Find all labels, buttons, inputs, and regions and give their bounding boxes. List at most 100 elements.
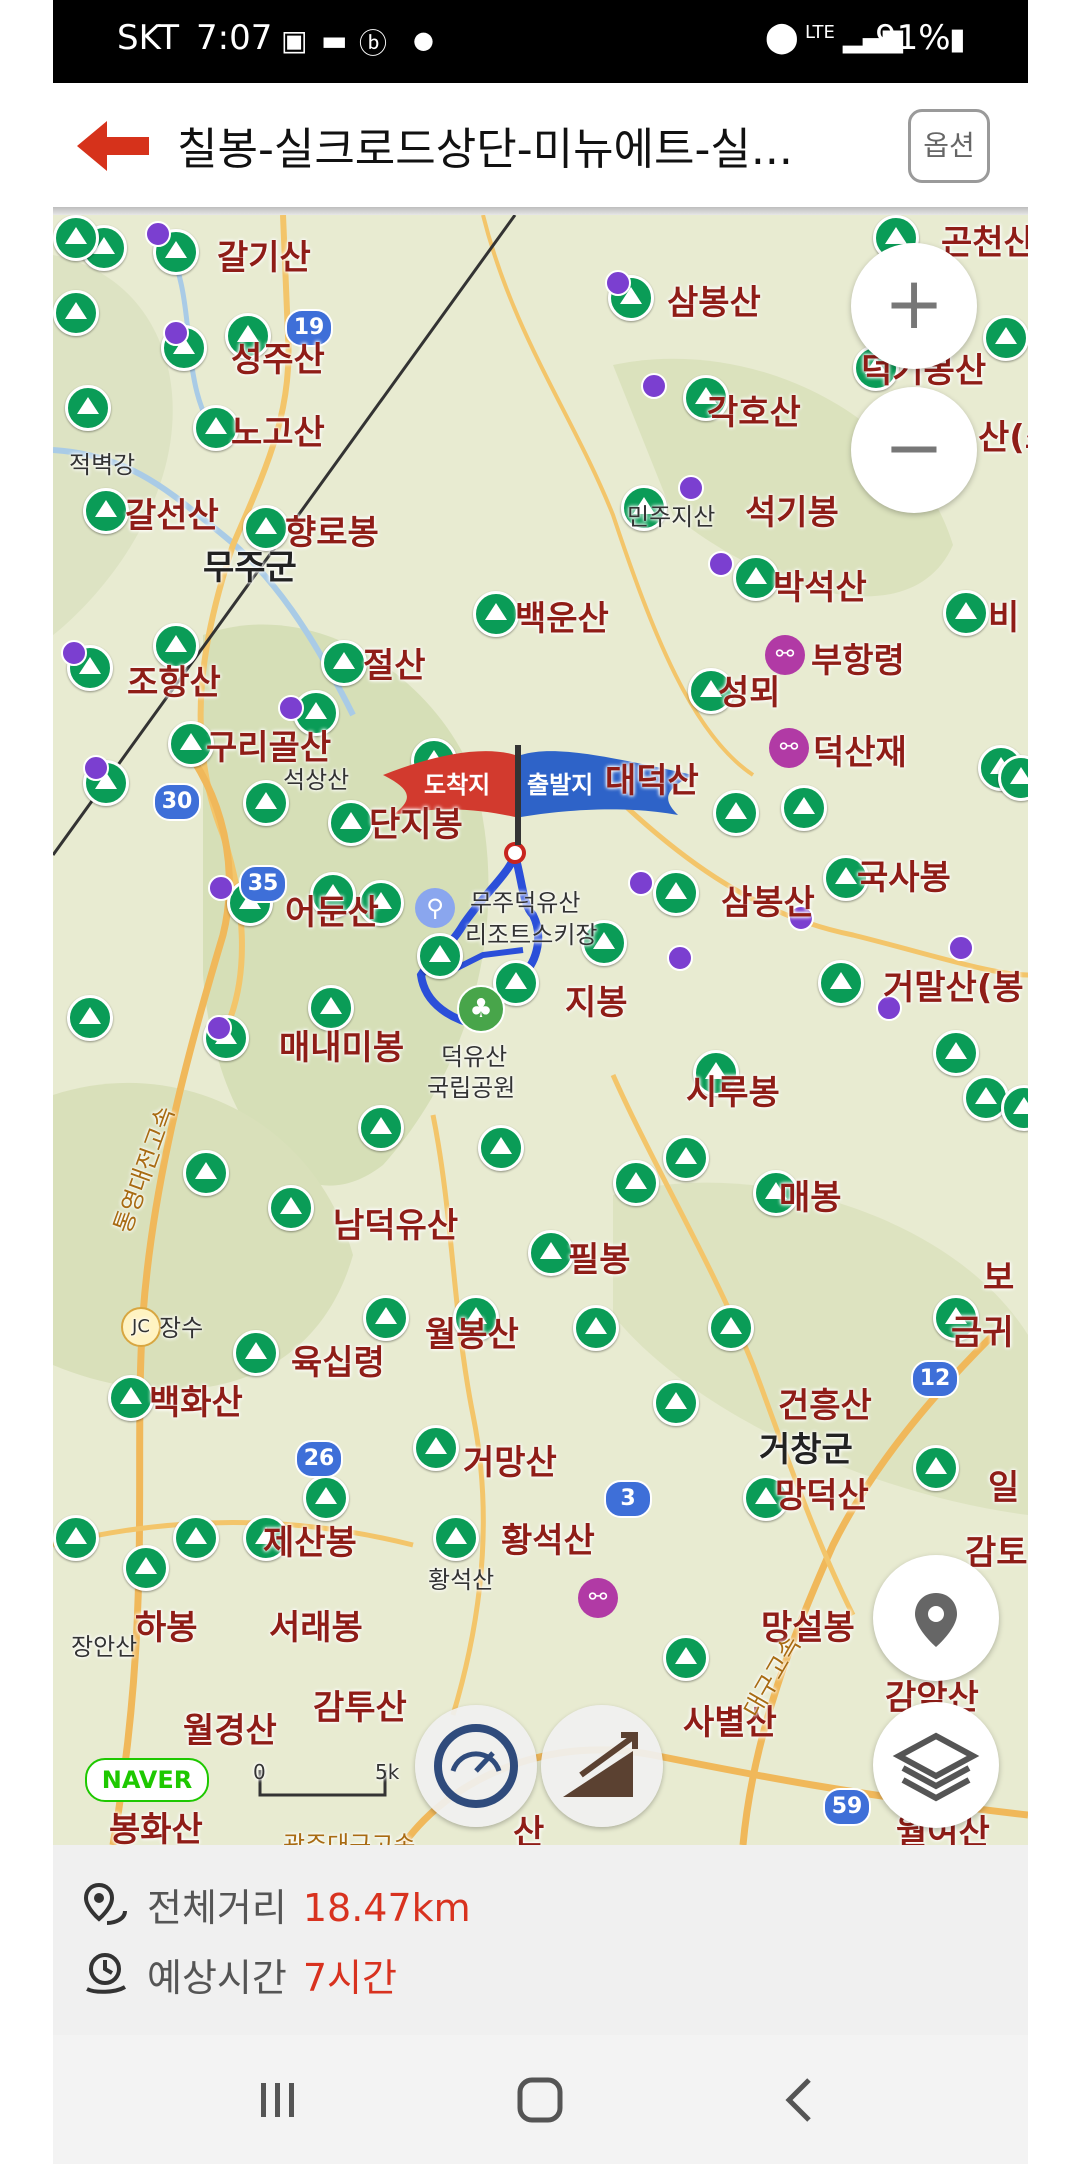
time-label: 예상시간 [147, 1956, 287, 2000]
peak-marker[interactable] [67, 995, 113, 1041]
map-label: 산(스 [978, 418, 1028, 458]
poi-pin[interactable] [641, 373, 667, 399]
poi-pin[interactable] [208, 875, 234, 901]
map-label: 일 [988, 1468, 1020, 1508]
poi-pin[interactable] [61, 640, 87, 666]
peak-marker[interactable] [417, 933, 463, 979]
map-label: 월봉산 [425, 1315, 519, 1355]
road-shield: 12 [911, 1360, 959, 1398]
hiker-icon[interactable]: ⚲ [415, 888, 455, 928]
arrow-left-icon [77, 121, 149, 171]
peak-marker[interactable] [65, 385, 111, 431]
map-label: 장안산 [71, 1633, 138, 1661]
peak-marker[interactable] [478, 1125, 524, 1171]
map-label: 건흥산 [778, 1386, 872, 1426]
departure-flag[interactable]: 출발지 [527, 765, 593, 800]
map-label: 덕유산 [441, 1043, 508, 1071]
speedometer-button[interactable] [415, 1705, 537, 1827]
poi-pin[interactable] [948, 935, 974, 961]
poi-pin[interactable] [163, 320, 189, 346]
back-button[interactable] [73, 117, 153, 175]
peak-marker[interactable] [653, 870, 699, 916]
peak-marker[interactable] [83, 488, 129, 534]
layers-button[interactable] [873, 1702, 999, 1828]
peak-marker[interactable] [983, 315, 1028, 361]
poi-pin[interactable] [667, 945, 693, 971]
peak-marker[interactable] [708, 1305, 754, 1351]
peak-marker[interactable] [653, 1380, 699, 1426]
map-label: 성주산 [231, 340, 325, 380]
peak-marker[interactable] [413, 1425, 459, 1471]
peak-marker[interactable] [818, 960, 864, 1006]
map-label: 국사봉 [857, 858, 951, 898]
map-label: 광주대구고속 [283, 1831, 416, 1845]
home-button[interactable] [505, 2075, 575, 2125]
peak-marker[interactable] [663, 1635, 709, 1681]
map-label: 갈선산 [125, 496, 219, 536]
map-view[interactable]: 도착지 출발지 ⚲ ♣ ⚯ ⚯ ⚯ 19 30 35 26 3 12 59 JC… [53, 215, 1028, 1845]
system-nav-bar [53, 2035, 1028, 2164]
zoom-out-button[interactable]: − [851, 387, 977, 513]
map-label: 남덕유산 [333, 1206, 459, 1246]
peak-marker[interactable] [53, 290, 99, 336]
arrival-flag[interactable]: 도착지 [424, 765, 490, 800]
map-label: 거창군 [759, 1430, 853, 1470]
peak-marker[interactable] [183, 1150, 229, 1196]
map-label: 제산봉 [263, 1523, 357, 1563]
poi-pin[interactable] [83, 755, 109, 781]
peak-marker[interactable] [233, 1330, 279, 1376]
map-label: 지봉 [565, 983, 628, 1023]
peak-marker[interactable] [123, 1545, 169, 1591]
recent-apps-icon [261, 2083, 294, 2117]
peak-marker[interactable] [473, 591, 519, 637]
poi-pin[interactable] [628, 870, 654, 896]
map-label: 장수 [159, 1314, 204, 1342]
bike-icon[interactable]: ⚯ [769, 728, 809, 768]
elevation-button[interactable] [541, 1705, 663, 1827]
peak-marker[interactable] [53, 1515, 99, 1561]
distance-row: 전체거리 18.47km [81, 1877, 471, 1933]
network-type: LTE [805, 22, 835, 43]
map-label: 거망산 [463, 1443, 557, 1483]
peak-marker[interactable] [933, 1030, 979, 1076]
peak-marker[interactable] [108, 1375, 154, 1421]
bike-icon[interactable]: ⚯ [578, 1578, 618, 1618]
naver-logo: NAVER [85, 1758, 209, 1802]
poi-pin[interactable] [605, 270, 631, 296]
peak-marker[interactable] [573, 1305, 619, 1351]
map-label: 단지봉 [369, 805, 463, 845]
peak-marker[interactable] [328, 800, 374, 846]
poi-pin[interactable] [145, 221, 171, 247]
peak-marker[interactable] [781, 785, 827, 831]
peak-marker[interactable] [663, 1135, 709, 1181]
map-label: 감투산 [313, 1688, 407, 1728]
poi-pin[interactable] [278, 695, 304, 721]
peak-marker[interactable] [613, 1160, 659, 1206]
map-label: 매내미봉 [279, 1028, 405, 1068]
recent-apps-button[interactable] [243, 2075, 313, 2125]
zoom-in-button[interactable]: + [851, 243, 977, 369]
clock-icon [86, 1953, 127, 1994]
map-label: 박석산 [773, 568, 867, 608]
peak-marker[interactable] [713, 790, 759, 836]
distance-label: 전체거리 [147, 1886, 287, 1930]
peak-marker[interactable] [913, 1445, 959, 1491]
national-park-icon[interactable]: ♣ [457, 985, 505, 1033]
peak-marker[interactable] [321, 640, 367, 686]
map-label: 육십령 [291, 1343, 385, 1383]
peak-marker[interactable] [268, 1185, 314, 1231]
poi-pin[interactable] [206, 1015, 232, 1041]
options-button[interactable]: 옵션 [908, 109, 990, 183]
my-location-button[interactable] [873, 1555, 999, 1681]
peak-marker[interactable] [943, 590, 989, 636]
map-label: 서래봉 [269, 1608, 363, 1648]
peak-marker[interactable] [53, 215, 99, 261]
back-nav-button[interactable] [765, 2075, 835, 2125]
poi-pin[interactable] [708, 551, 734, 577]
battery-icon: ▮ [949, 22, 966, 57]
map-label: 삼봉산 [667, 283, 761, 323]
map-label: 보 [983, 1258, 1015, 1298]
peak-marker[interactable] [358, 1105, 404, 1151]
peak-marker[interactable] [173, 1515, 219, 1561]
peak-marker[interactable] [433, 1515, 479, 1561]
